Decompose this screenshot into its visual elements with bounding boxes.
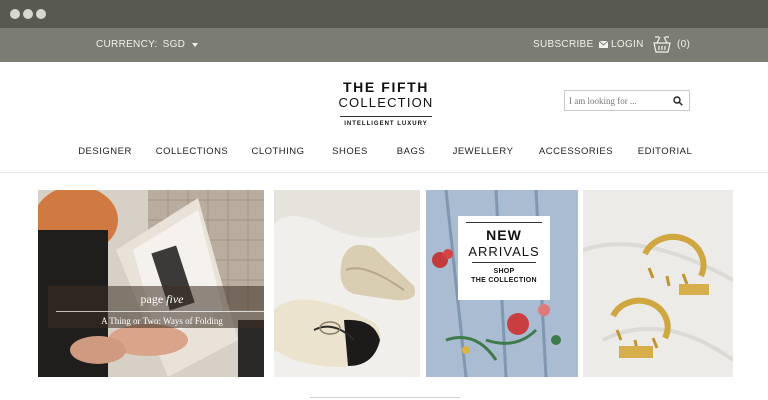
logo-line-1: THE FIFTH [343,79,429,95]
top-utility-bar: CURRENCY: SGD SUBSCRIBE LOGIN (0) [0,28,768,62]
login-label: LOGIN [611,39,644,50]
search-box [564,90,690,111]
subscribe-link[interactable]: SUBSCRIBE [533,39,608,50]
editorial-subtitle: A Thing or Two: Ways of Folding [101,316,223,326]
nav-item-accessories[interactable]: ACCESSORIES [539,146,613,157]
window-dot-icon[interactable] [36,9,46,19]
new-arrivals-tile[interactable]: NEW ARRIVALS SHOP THE COLLECTION [426,190,578,377]
new-arrivals-word1: NEW [486,227,522,243]
subscribe-label: SUBSCRIBE [533,39,594,50]
caption-divider [56,311,264,312]
search-icon[interactable] [673,96,683,106]
shopping-basket-icon [653,36,671,53]
editorial-tile[interactable]: page five A Thing or Two: Ways of Foldin… [38,190,264,377]
section-divider [310,397,460,398]
new-arrivals-overlay: NEW ARRIVALS SHOP THE COLLECTION [458,216,550,300]
nav-item-collections[interactable]: COLLECTIONS [156,146,229,157]
overlay-divider [472,262,536,263]
shop-cta-line2[interactable]: THE COLLECTION [458,276,550,285]
cart-count: (0) [677,38,691,50]
shoes-photo [274,190,420,377]
editorial-title-emphasis: five [166,292,184,306]
window-dot-icon[interactable] [10,9,20,19]
editorial-photo [38,190,264,377]
envelope-icon [598,41,608,48]
browser-chrome [0,0,768,28]
nav-item-designer[interactable]: DESIGNER [78,146,132,157]
jewellery-tile[interactable] [583,190,733,377]
search-input[interactable] [569,93,669,108]
logo-divider [340,116,432,117]
earrings-photo [583,190,733,377]
currency-label: CURRENCY: [96,39,158,50]
nav-item-clothing[interactable]: CLOTHING [251,146,304,157]
login-link[interactable]: LOGIN [611,39,644,50]
nav-item-jewellery[interactable]: JEWELLERY [453,146,514,157]
nav-item-bags[interactable]: BAGS [397,146,425,157]
window-dot-icon[interactable] [23,9,33,19]
logo-tagline: INTELLIGENT LUXURY [344,121,428,127]
editorial-title: page five [48,292,264,307]
chevron-down-icon [192,42,199,47]
nav-item-shoes[interactable]: SHOES [332,146,368,157]
site-logo[interactable]: THE FIFTH COLLECTION INTELLIGENT LUXURY [338,79,434,128]
nav-item-editorial[interactable]: EDITORIAL [638,146,692,157]
site-header: THE FIFTH COLLECTION INTELLIGENT LUXURY … [0,62,768,173]
new-arrivals-word2: ARRIVALS [468,244,540,259]
currency-selector[interactable]: CURRENCY: SGD [96,39,199,50]
main-nav: DESIGNER COLLECTIONS CLOTHING SHOES BAGS… [0,146,768,162]
editorial-title-prefix: page [140,292,164,306]
logo-line-2: COLLECTION [338,95,434,110]
cart-button[interactable]: (0) [652,34,690,54]
shop-cta-line1[interactable]: SHOP [458,267,550,276]
editorial-caption: page five A Thing or Two: Ways of Foldin… [48,286,264,328]
currency-value[interactable]: SGD [163,39,186,50]
shoes-tile[interactable] [274,190,420,377]
overlay-top-rule [466,222,542,223]
